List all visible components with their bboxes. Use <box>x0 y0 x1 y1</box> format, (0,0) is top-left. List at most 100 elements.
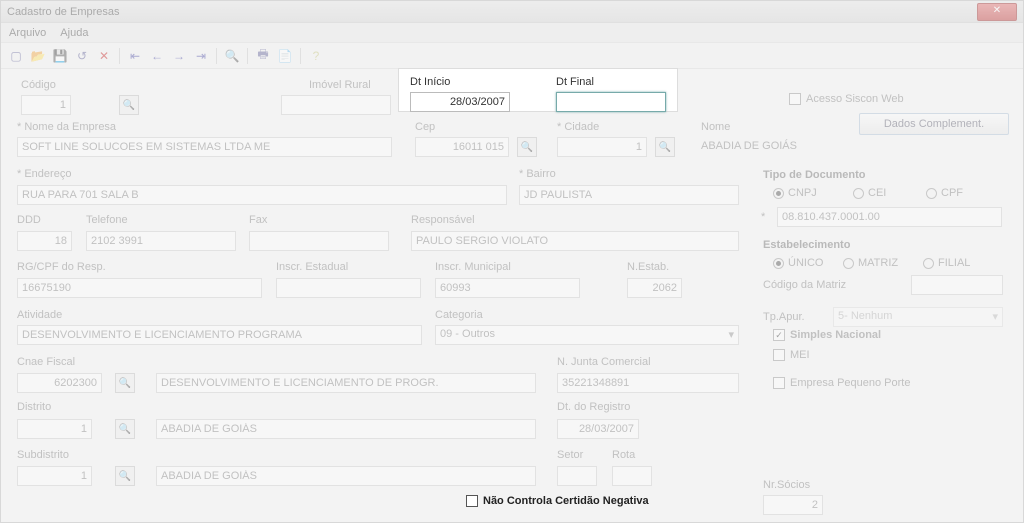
tb-export-icon[interactable]: 📄 <box>276 47 294 65</box>
checkbox-acesso-siscon[interactable]: Acesso Siscon Web <box>789 93 904 105</box>
label-cidade: Cidade <box>557 121 599 133</box>
tb-first-icon[interactable]: ⇤ <box>126 47 144 65</box>
input-dt-final[interactable] <box>556 92 666 112</box>
menu-arquivo[interactable]: Arquivo <box>9 27 46 39</box>
input-subdistrito[interactable] <box>17 466 92 486</box>
input-bairro[interactable] <box>519 185 739 205</box>
input-rgcpf[interactable] <box>17 278 262 298</box>
label-rota: Rota <box>612 449 635 461</box>
input-telefone[interactable] <box>86 231 236 251</box>
select-tp-apur[interactable]: 5- Nenhum <box>833 307 1003 327</box>
input-imovel-rural[interactable] <box>281 95 391 115</box>
input-n-estab[interactable] <box>627 278 682 298</box>
input-fax[interactable] <box>249 231 389 251</box>
menubar: Arquivo Ajuda <box>1 23 1023 43</box>
label-telefone: Telefone <box>86 214 128 226</box>
input-endereco[interactable] <box>17 185 507 205</box>
close-button[interactable]: ✕ <box>977 3 1017 21</box>
button-dados-complement[interactable]: Dados Complement. <box>859 113 1009 135</box>
label-imovel-rural: Imóvel Rural <box>309 79 371 91</box>
input-codigo-matriz[interactable] <box>911 275 1003 295</box>
label-dt-registro: Dt. do Registro <box>557 401 630 413</box>
label-n-estab: N.Estab. <box>627 261 669 273</box>
input-subdistrito-nome[interactable] <box>156 466 536 486</box>
input-doc-num[interactable] <box>777 207 1002 227</box>
label-categoria: Categoria <box>435 309 483 321</box>
label-ddd: DDD <box>17 214 41 226</box>
tb-undo-icon[interactable]: ↺ <box>73 47 91 65</box>
tb-sep <box>300 48 301 64</box>
tb-next-icon[interactable]: → <box>170 47 188 65</box>
select-categoria[interactable]: 09 - Outros <box>435 325 739 345</box>
tb-save-icon[interactable]: 💾 <box>51 47 69 65</box>
input-rota[interactable] <box>612 466 652 486</box>
radio-dot <box>923 258 934 269</box>
checkbox-label: Não Controla Certidão Negativa <box>483 495 649 507</box>
label-bairro: Bairro <box>519 168 556 180</box>
label-dt-inicio: Dt Início <box>410 76 450 88</box>
input-cep[interactable] <box>415 137 509 157</box>
tb-search-icon[interactable]: 🔍 <box>223 47 241 65</box>
tb-print-icon[interactable]: 🖶 <box>254 47 272 65</box>
input-distrito-nome[interactable] <box>156 419 536 439</box>
tb-last-icon[interactable]: ⇥ <box>192 47 210 65</box>
input-codigo[interactable] <box>21 95 71 115</box>
radio-label: CEI <box>868 187 886 199</box>
radio-dot <box>843 258 854 269</box>
input-inscr-est[interactable] <box>276 278 421 298</box>
radio-unico[interactable]: ÚNICO <box>773 257 823 269</box>
input-dt-inicio[interactable] <box>410 92 510 112</box>
checkbox-epp[interactable]: Empresa Pequeno Porte <box>773 377 910 389</box>
checkbox-simples[interactable]: ✓Simples Nacional <box>773 329 881 341</box>
toolbar: ▢ 📂 💾 ↺ ✕ ⇤ ← → ⇥ 🔍 🖶 📄 ? <box>1 43 1023 69</box>
tb-new-icon[interactable]: ▢ <box>7 47 25 65</box>
lookup-subdistrito-icon[interactable]: 🔍 <box>115 466 135 486</box>
input-cnae-desc[interactable] <box>156 373 536 393</box>
label-estabelecimento: Estabelecimento <box>763 239 850 251</box>
tb-prev-icon[interactable]: ← <box>148 47 166 65</box>
input-setor[interactable] <box>557 466 597 486</box>
checkbox-mei[interactable]: MEI <box>773 349 810 361</box>
label-cep: Cep <box>415 121 435 133</box>
radio-cnpj[interactable]: CNPJ <box>773 187 817 199</box>
label-distrito: Distrito <box>17 401 51 413</box>
input-nome-empresa[interactable] <box>17 137 392 157</box>
radio-matriz[interactable]: MATRIZ <box>843 257 898 269</box>
input-atividade[interactable] <box>17 325 422 345</box>
input-n-junta[interactable] <box>557 373 739 393</box>
lookup-distrito-icon[interactable]: 🔍 <box>115 419 135 439</box>
input-distrito[interactable] <box>17 419 92 439</box>
checkbox-nao-controla[interactable]: Não Controla Certidão Negativa <box>466 495 649 507</box>
radio-dot <box>926 188 937 199</box>
lookup-cidade-icon[interactable]: 🔍 <box>655 137 675 157</box>
input-cidade[interactable] <box>557 137 647 157</box>
tb-delete-icon[interactable]: ✕ <box>95 47 113 65</box>
input-ddd[interactable] <box>17 231 72 251</box>
checkbox-label: Acesso Siscon Web <box>806 93 904 105</box>
label-nome-empresa: Nome da Empresa <box>17 121 116 133</box>
checkbox-label: Empresa Pequeno Porte <box>790 377 910 389</box>
tb-open-icon[interactable]: 📂 <box>29 47 47 65</box>
checkbox-box: ✓ <box>773 329 785 341</box>
radio-label: CNPJ <box>788 187 817 199</box>
radio-filial[interactable]: FILIAL <box>923 257 970 269</box>
lookup-codigo-icon[interactable]: 🔍 <box>119 95 139 115</box>
label-rgcpf: RG/CPF do Resp. <box>17 261 106 273</box>
select-categoria-value: 09 - Outros <box>440 328 495 340</box>
input-dt-registro[interactable] <box>557 419 639 439</box>
label-nr-socios: Nr.Sócios <box>763 479 810 491</box>
radio-cei[interactable]: CEI <box>853 187 886 199</box>
radio-cpf[interactable]: CPF <box>926 187 963 199</box>
input-nr-socios[interactable] <box>763 495 823 515</box>
menu-ajuda[interactable]: Ajuda <box>60 27 88 39</box>
label-dt-final: Dt Final <box>556 76 594 88</box>
input-responsavel[interactable] <box>411 231 739 251</box>
select-value: 5- Nenhum <box>838 310 892 322</box>
input-cnae[interactable] <box>17 373 102 393</box>
label-setor: Setor <box>557 449 583 461</box>
lookup-cnae-icon[interactable]: 🔍 <box>115 373 135 393</box>
input-inscr-mun[interactable] <box>435 278 580 298</box>
tb-help-icon[interactable]: ? <box>307 47 325 65</box>
label-fax: Fax <box>249 214 267 226</box>
lookup-cep-icon[interactable]: 🔍 <box>517 137 537 157</box>
